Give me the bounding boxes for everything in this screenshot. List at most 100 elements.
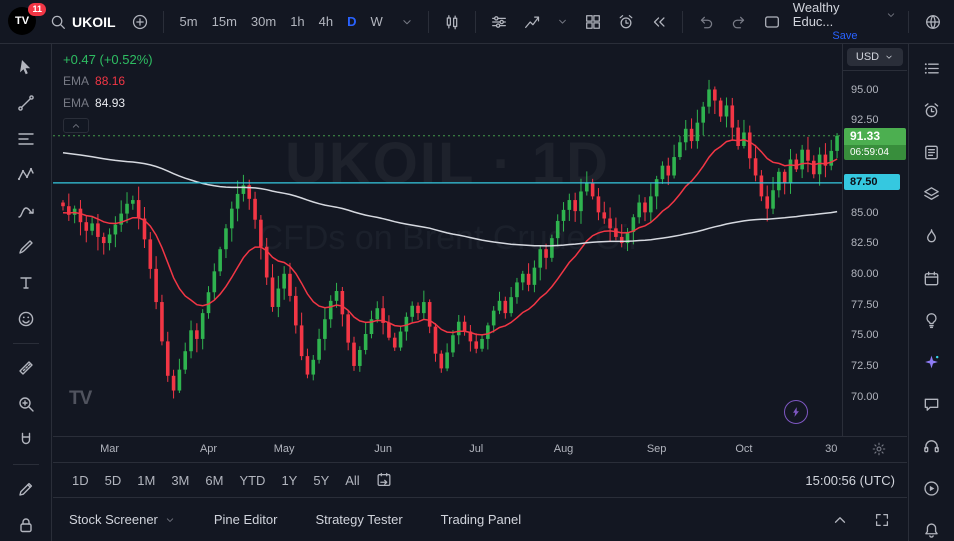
candle-body xyxy=(748,132,752,158)
save-button[interactable]: Save xyxy=(832,29,857,43)
bell-icon[interactable] xyxy=(917,516,947,541)
range-6m[interactable]: 6M xyxy=(198,470,230,491)
alarm-icon[interactable] xyxy=(917,96,947,124)
range-1y[interactable]: 1Y xyxy=(274,470,304,491)
interval-4h[interactable]: 4h xyxy=(313,11,339,32)
top-toolbar: TV 11 UKOIL 5m15m30m1h4hDW Wealthy Educ.… xyxy=(0,0,954,44)
tab-trading-panel[interactable]: Trading Panel xyxy=(441,512,521,527)
candle-body xyxy=(317,339,321,360)
chart-legend: +0.47 (+0.52%) EMA 88.16 EMA 84.93 xyxy=(63,52,153,133)
range-3m[interactable]: 3M xyxy=(164,470,196,491)
fullscreen-icon[interactable] xyxy=(873,511,891,529)
go-to-date-icon[interactable] xyxy=(375,471,393,489)
range-5d[interactable]: 5D xyxy=(98,470,129,491)
candle-body xyxy=(160,302,164,341)
candle-body xyxy=(416,306,420,313)
tab-label: Pine Editor xyxy=(214,512,278,527)
tradingview-logo[interactable]: TV 11 xyxy=(8,7,38,37)
collapse-panel-icon[interactable] xyxy=(831,511,849,529)
forecast-tool-icon[interactable] xyxy=(8,196,44,226)
layers-icon[interactable] xyxy=(917,180,947,208)
textT-tool-icon[interactable] xyxy=(8,268,44,298)
chat-icon[interactable] xyxy=(917,390,947,418)
watchlist-icon[interactable] xyxy=(917,54,947,82)
bar-replay-icon[interactable] xyxy=(646,9,672,35)
candle-body xyxy=(137,200,141,218)
layout-name-block[interactable]: Wealthy Educ... Save xyxy=(793,1,897,43)
interval-15m[interactable]: 15m xyxy=(206,11,243,32)
symbol-search-button[interactable]: UKOIL xyxy=(45,9,120,35)
interval-1h[interactable]: 1h xyxy=(284,11,310,32)
candle-body xyxy=(346,314,350,342)
price-tick: 80.00 xyxy=(851,268,879,280)
magnet-tool-icon[interactable] xyxy=(8,425,44,455)
range-5y[interactable]: 5Y xyxy=(306,470,336,491)
range-1d[interactable]: 1D xyxy=(65,470,96,491)
candle-body xyxy=(201,313,205,339)
candle-body xyxy=(649,196,653,212)
candle-body xyxy=(352,343,356,366)
interval-dropdown-caret-icon[interactable] xyxy=(396,11,418,33)
sparkle-icon[interactable] xyxy=(917,348,947,376)
undo-icon[interactable] xyxy=(693,9,719,35)
interval-5m[interactable]: 5m xyxy=(174,11,204,32)
lock-tool-icon[interactable] xyxy=(8,510,44,540)
quick-search-icon[interactable] xyxy=(920,9,946,35)
bulb-icon[interactable] xyxy=(917,306,947,334)
indicator-templates-icon[interactable] xyxy=(519,9,545,35)
indicators-icon[interactable] xyxy=(486,9,512,35)
clock-utc[interactable]: 15:00:56 (UTC) xyxy=(805,473,895,488)
templates-caret-icon[interactable] xyxy=(552,11,573,32)
currency-label: USD xyxy=(856,51,879,63)
layout-grid-icon[interactable] xyxy=(580,9,606,35)
candlestick-chart[interactable] xyxy=(53,44,842,436)
candle-body xyxy=(294,296,298,325)
candle-body xyxy=(311,360,315,375)
trend-tool-icon[interactable] xyxy=(8,88,44,118)
headset-icon[interactable] xyxy=(917,432,947,460)
currency-dropdown[interactable]: USD xyxy=(847,48,903,66)
legend-collapse-button[interactable] xyxy=(63,118,89,133)
calendar-icon[interactable] xyxy=(917,264,947,292)
range-all[interactable]: All xyxy=(338,470,366,491)
drawing-toolbar xyxy=(0,44,52,541)
tab-strategy-tester[interactable]: Strategy Tester xyxy=(315,512,402,527)
flame-icon[interactable] xyxy=(917,222,947,250)
axis-settings-icon[interactable] xyxy=(871,441,887,457)
interval-30m[interactable]: 30m xyxy=(245,11,282,32)
pattern-tool-icon[interactable] xyxy=(8,160,44,190)
zoom-tool-icon[interactable] xyxy=(8,389,44,419)
range-1m[interactable]: 1M xyxy=(130,470,162,491)
tab-stock-screener[interactable]: Stock Screener xyxy=(69,512,176,527)
toolbar-divider xyxy=(163,11,164,33)
chart-type-candles-icon[interactable] xyxy=(439,9,465,35)
candle-body xyxy=(486,325,490,339)
candle-body xyxy=(96,223,100,237)
time-axis[interactable]: MarAprMayJunJulAugSepOct30 xyxy=(53,436,907,462)
ruler-tool-icon[interactable] xyxy=(8,353,44,383)
candle-body xyxy=(358,350,362,366)
notification-count-badge: 11 xyxy=(28,3,46,16)
play-icon[interactable] xyxy=(917,474,947,502)
range-ytd[interactable]: YTD xyxy=(232,470,272,491)
emoji-tool-icon[interactable] xyxy=(8,304,44,334)
tradingview-mark[interactable]: TV xyxy=(69,388,91,410)
time-label: Sep xyxy=(647,443,667,455)
price-scale[interactable]: USD 91.33 06:59:04 87.50 95.0092.5085.00… xyxy=(842,44,907,436)
edit-tool-icon[interactable] xyxy=(8,474,44,504)
interval-W[interactable]: W xyxy=(365,11,389,32)
chart-pane[interactable]: UKOIL · 1D CFDs on Brent Crude Oil +0.47… xyxy=(53,44,842,436)
candle-body xyxy=(556,221,560,238)
cursor-tool-icon[interactable] xyxy=(8,52,44,82)
quick-trade-icon[interactable] xyxy=(784,400,808,424)
create-alert-icon[interactable] xyxy=(613,9,639,35)
redo-icon[interactable] xyxy=(726,9,752,35)
interval-D[interactable]: D xyxy=(341,11,362,32)
manage-layouts-icon[interactable] xyxy=(759,9,785,35)
fib-tool-icon[interactable] xyxy=(8,124,44,154)
compare-add-symbol-icon[interactable] xyxy=(127,9,153,35)
tab-pine-editor[interactable]: Pine Editor xyxy=(214,512,278,527)
candle-body xyxy=(789,160,793,183)
news-icon[interactable] xyxy=(917,138,947,166)
brush-tool-icon[interactable] xyxy=(8,232,44,262)
